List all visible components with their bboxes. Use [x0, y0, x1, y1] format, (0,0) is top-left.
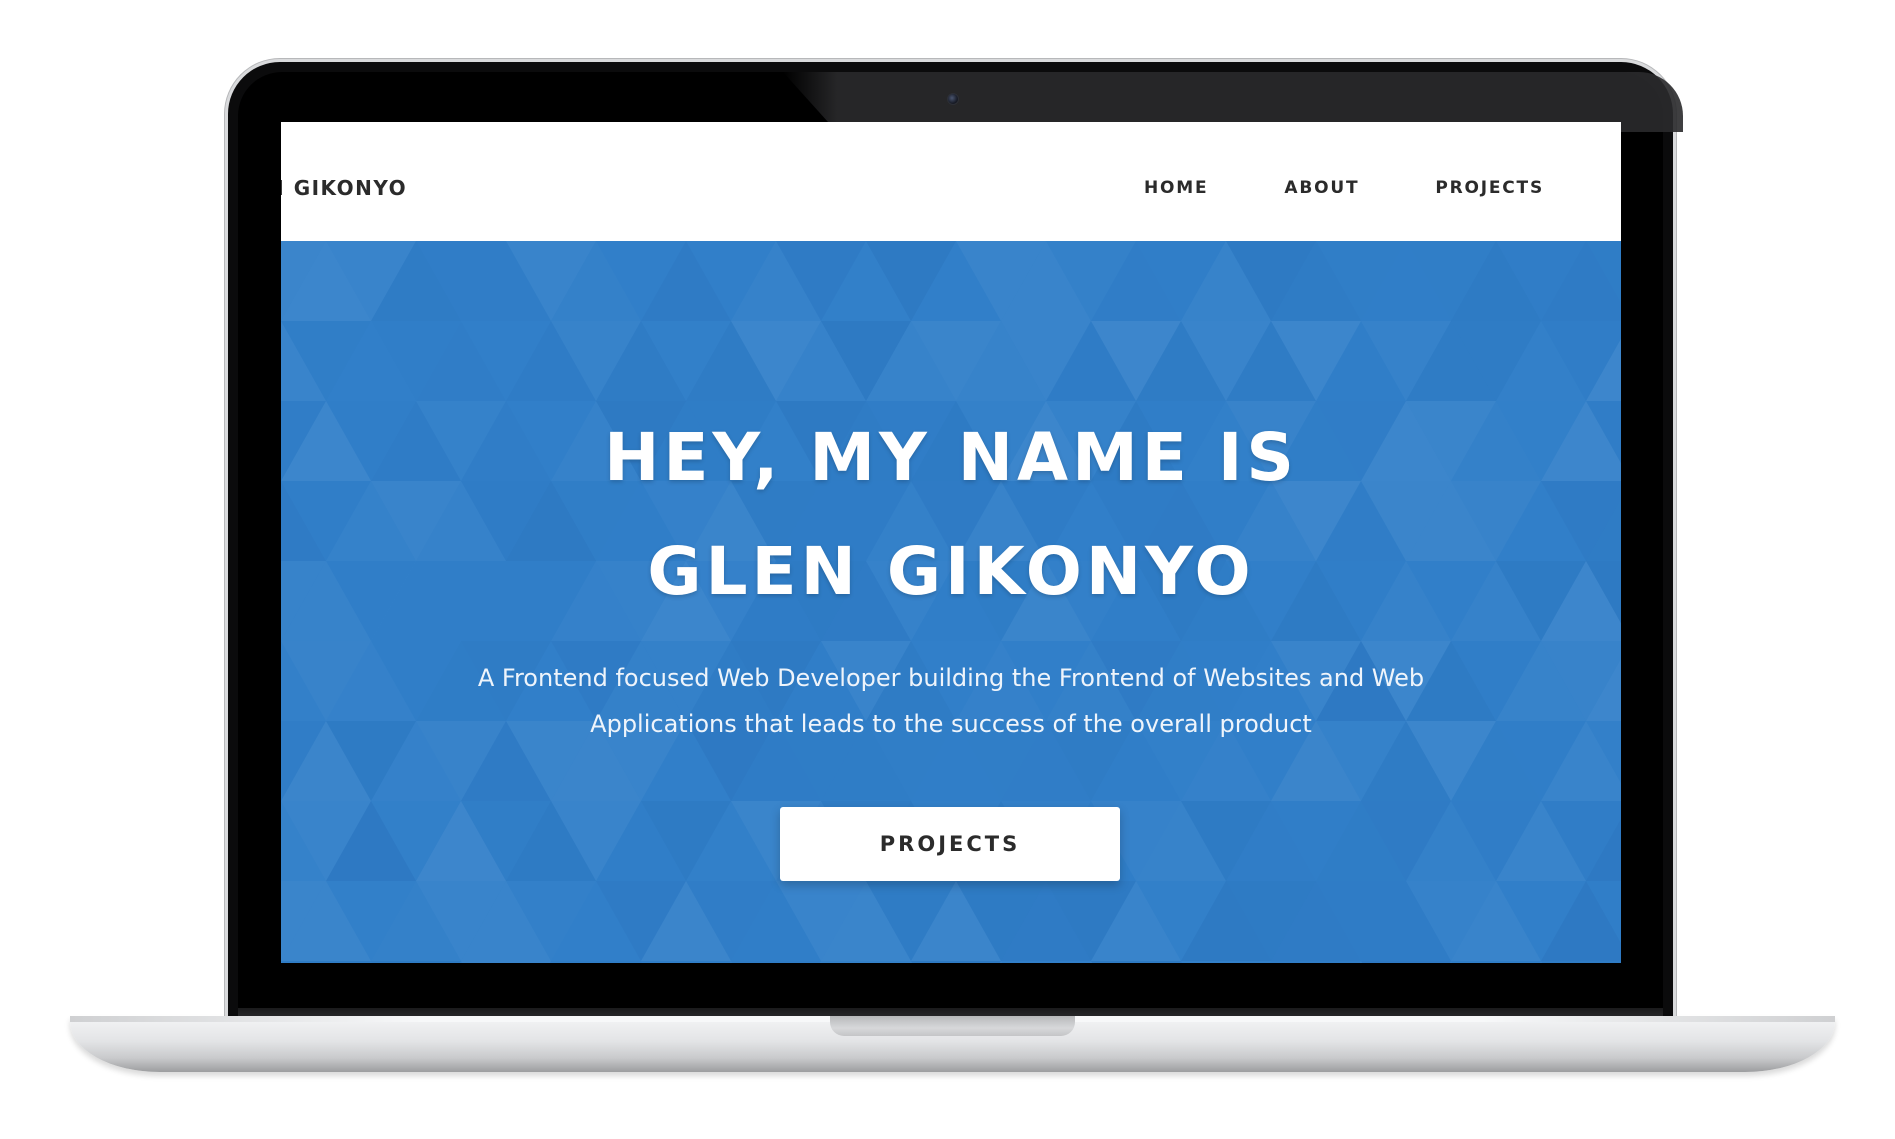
nav-link-projects[interactable]: PROJECTS	[1435, 178, 1544, 198]
nav-link-home[interactable]: HOME	[1144, 178, 1208, 198]
site-brand[interactable]: N GIKONYO	[281, 176, 407, 200]
hero-title-text: HEY, MY NAME IS GLEN GIKONYO	[604, 419, 1298, 610]
hero-title: HEY, MY NAME IS GLEN GIKONYO	[281, 401, 1621, 629]
laptop-mockup: N GIKONYO HOME ABOUT PROJECTS HEY, MY NA…	[0, 0, 1895, 1139]
nav-link-about[interactable]: ABOUT	[1284, 178, 1359, 198]
laptop-opening-notch	[830, 1016, 1075, 1036]
projects-cta-button[interactable]: PROJECTS	[780, 807, 1120, 881]
nav-links: HOME ABOUT PROJECTS	[1068, 178, 1544, 198]
webcam-icon	[947, 93, 959, 105]
navbar: N GIKONYO HOME ABOUT PROJECTS	[281, 122, 1621, 241]
hero-subtitle-text: A Frontend focused Web Developer buildin…	[477, 664, 1425, 738]
hero-subtitle: A Frontend focused Web Developer buildin…	[281, 655, 1621, 747]
hero-section: HEY, MY NAME IS GLEN GIKONYO A Frontend …	[281, 241, 1621, 963]
browser-screen: N GIKONYO HOME ABOUT PROJECTS HEY, MY NA…	[281, 122, 1621, 963]
